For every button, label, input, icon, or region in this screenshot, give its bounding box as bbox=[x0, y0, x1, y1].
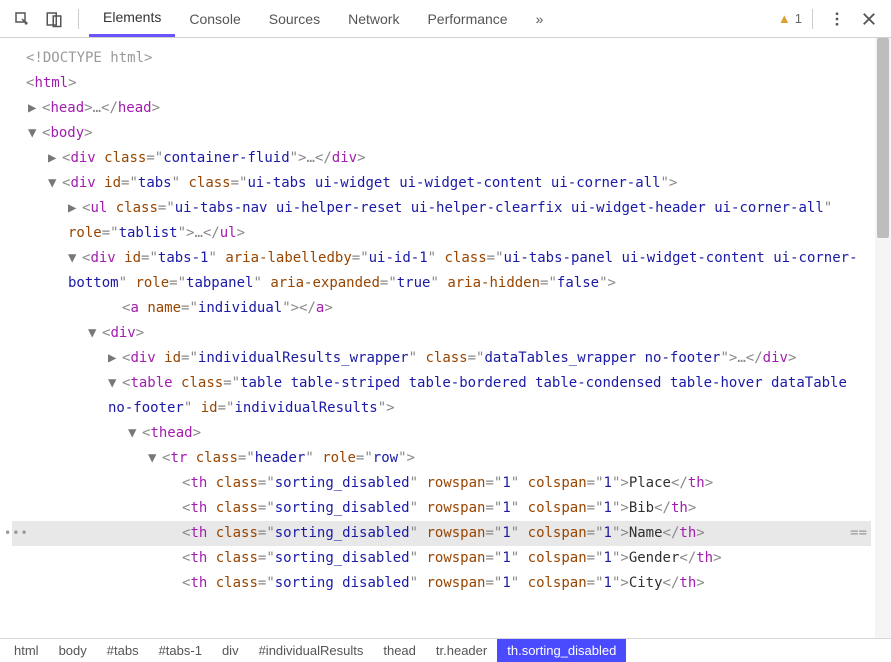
collapse-arrow-icon[interactable]: ▼ bbox=[48, 171, 62, 196]
tab-more[interactable]: » bbox=[522, 0, 558, 37]
inspect-icon[interactable] bbox=[8, 5, 36, 33]
toolbar-divider bbox=[78, 9, 79, 29]
dom-tree-line[interactable]: ▼<div> bbox=[12, 321, 871, 346]
dom-tree-line[interactable]: ▼<div id="tabs" class="ui-tabs ui-widget… bbox=[12, 171, 871, 196]
dom-tree-line[interactable]: ••• <th class="sorting_disabled" rowspan… bbox=[12, 521, 871, 546]
close-icon[interactable] bbox=[855, 5, 883, 33]
dom-tree-line[interactable]: <a name="individual"></a> bbox=[12, 296, 871, 321]
breadcrumb-item[interactable]: html bbox=[4, 639, 49, 662]
dom-tree-panel[interactable]: <!DOCTYPE html> <html>▶<head>…</head>▼<b… bbox=[0, 38, 875, 638]
dom-tree-line[interactable]: ▼<body> bbox=[12, 121, 871, 146]
expand-arrow-icon[interactable]: ▶ bbox=[108, 346, 122, 371]
device-toggle-icon[interactable] bbox=[40, 5, 68, 33]
expand-arrow-icon[interactable]: ▶ bbox=[48, 146, 62, 171]
dom-tree-line[interactable]: ▼<div id="tabs-1" aria-labelledby="ui-id… bbox=[12, 246, 871, 296]
selected-gutter-icon: ••• bbox=[4, 521, 29, 546]
tab-performance[interactable]: Performance bbox=[413, 0, 521, 37]
breadcrumb-item[interactable]: body bbox=[49, 639, 97, 662]
expand-arrow-icon[interactable]: ▶ bbox=[68, 196, 82, 221]
devtools-toolbar: Elements Console Sources Network Perform… bbox=[0, 0, 891, 38]
warning-badge[interactable]: ▲ 1 bbox=[778, 11, 802, 26]
dom-breadcrumb: htmlbody#tabs#tabs-1div#individualResult… bbox=[0, 638, 891, 662]
dom-tree-line[interactable]: ▶<div id="individualResults_wrapper" cla… bbox=[12, 346, 871, 371]
dom-tree-line[interactable]: <html> bbox=[12, 71, 871, 96]
collapse-arrow-icon[interactable]: ▼ bbox=[148, 446, 162, 471]
dom-tree-line[interactable]: <!DOCTYPE html> bbox=[12, 46, 871, 71]
collapse-arrow-icon[interactable]: ▼ bbox=[128, 421, 142, 446]
collapse-arrow-icon[interactable]: ▼ bbox=[28, 121, 42, 146]
tab-console[interactable]: Console bbox=[175, 0, 254, 37]
expand-arrow-icon[interactable]: ▶ bbox=[28, 96, 42, 121]
scrollbar-thumb[interactable] bbox=[877, 38, 889, 238]
breadcrumb-item[interactable]: tr.header bbox=[426, 639, 497, 662]
dom-tree-line[interactable]: <th class="sorting_disabled" rowspan="1"… bbox=[12, 471, 871, 496]
breadcrumb-item[interactable]: #tabs bbox=[97, 639, 149, 662]
dom-scrollbar[interactable] bbox=[875, 38, 891, 638]
tab-elements[interactable]: Elements bbox=[89, 0, 175, 37]
tab-sources[interactable]: Sources bbox=[255, 0, 334, 37]
dom-tree-line[interactable]: ▶<ul class="ui-tabs-nav ui-helper-reset … bbox=[12, 196, 871, 246]
warning-icon: ▲ bbox=[778, 11, 791, 26]
dom-tree-line[interactable]: ▼<tr class="header" role="row"> bbox=[12, 446, 871, 471]
main-panel: <!DOCTYPE html> <html>▶<head>…</head>▼<b… bbox=[0, 38, 891, 638]
breadcrumb-item[interactable]: th.sorting_disabled bbox=[497, 639, 626, 662]
collapse-arrow-icon[interactable]: ▼ bbox=[88, 321, 102, 346]
toolbar-divider bbox=[812, 9, 813, 29]
breadcrumb-item[interactable]: #individualResults bbox=[249, 639, 374, 662]
collapse-arrow-icon[interactable]: ▼ bbox=[108, 371, 122, 396]
breadcrumb-item[interactable]: thead bbox=[373, 639, 426, 662]
breadcrumb-item[interactable]: div bbox=[212, 639, 249, 662]
kebab-menu-icon[interactable] bbox=[823, 5, 851, 33]
dom-tree-line[interactable]: <th class="sorting_disabled" rowspan="1"… bbox=[12, 496, 871, 521]
collapse-arrow-icon[interactable]: ▼ bbox=[68, 246, 82, 271]
dom-tree-line[interactable]: ▶<div class="container-fluid">…</div> bbox=[12, 146, 871, 171]
dom-tree-line[interactable]: <th class="sorting disabled" rowspan="1"… bbox=[12, 571, 871, 596]
warning-count: 1 bbox=[795, 11, 802, 26]
dom-tree-line[interactable]: <th class="sorting_disabled" rowspan="1"… bbox=[12, 546, 871, 571]
dom-tree-line[interactable]: ▼<thead> bbox=[12, 421, 871, 446]
dom-tree-line[interactable]: ▶<head>…</head> bbox=[12, 96, 871, 121]
tab-network[interactable]: Network bbox=[334, 0, 413, 37]
breadcrumb-item[interactable]: #tabs-1 bbox=[149, 639, 212, 662]
dom-tree-line[interactable]: ▼<table class="table table-striped table… bbox=[12, 371, 871, 421]
devtools-tabs: Elements Console Sources Network Perform… bbox=[89, 0, 557, 37]
